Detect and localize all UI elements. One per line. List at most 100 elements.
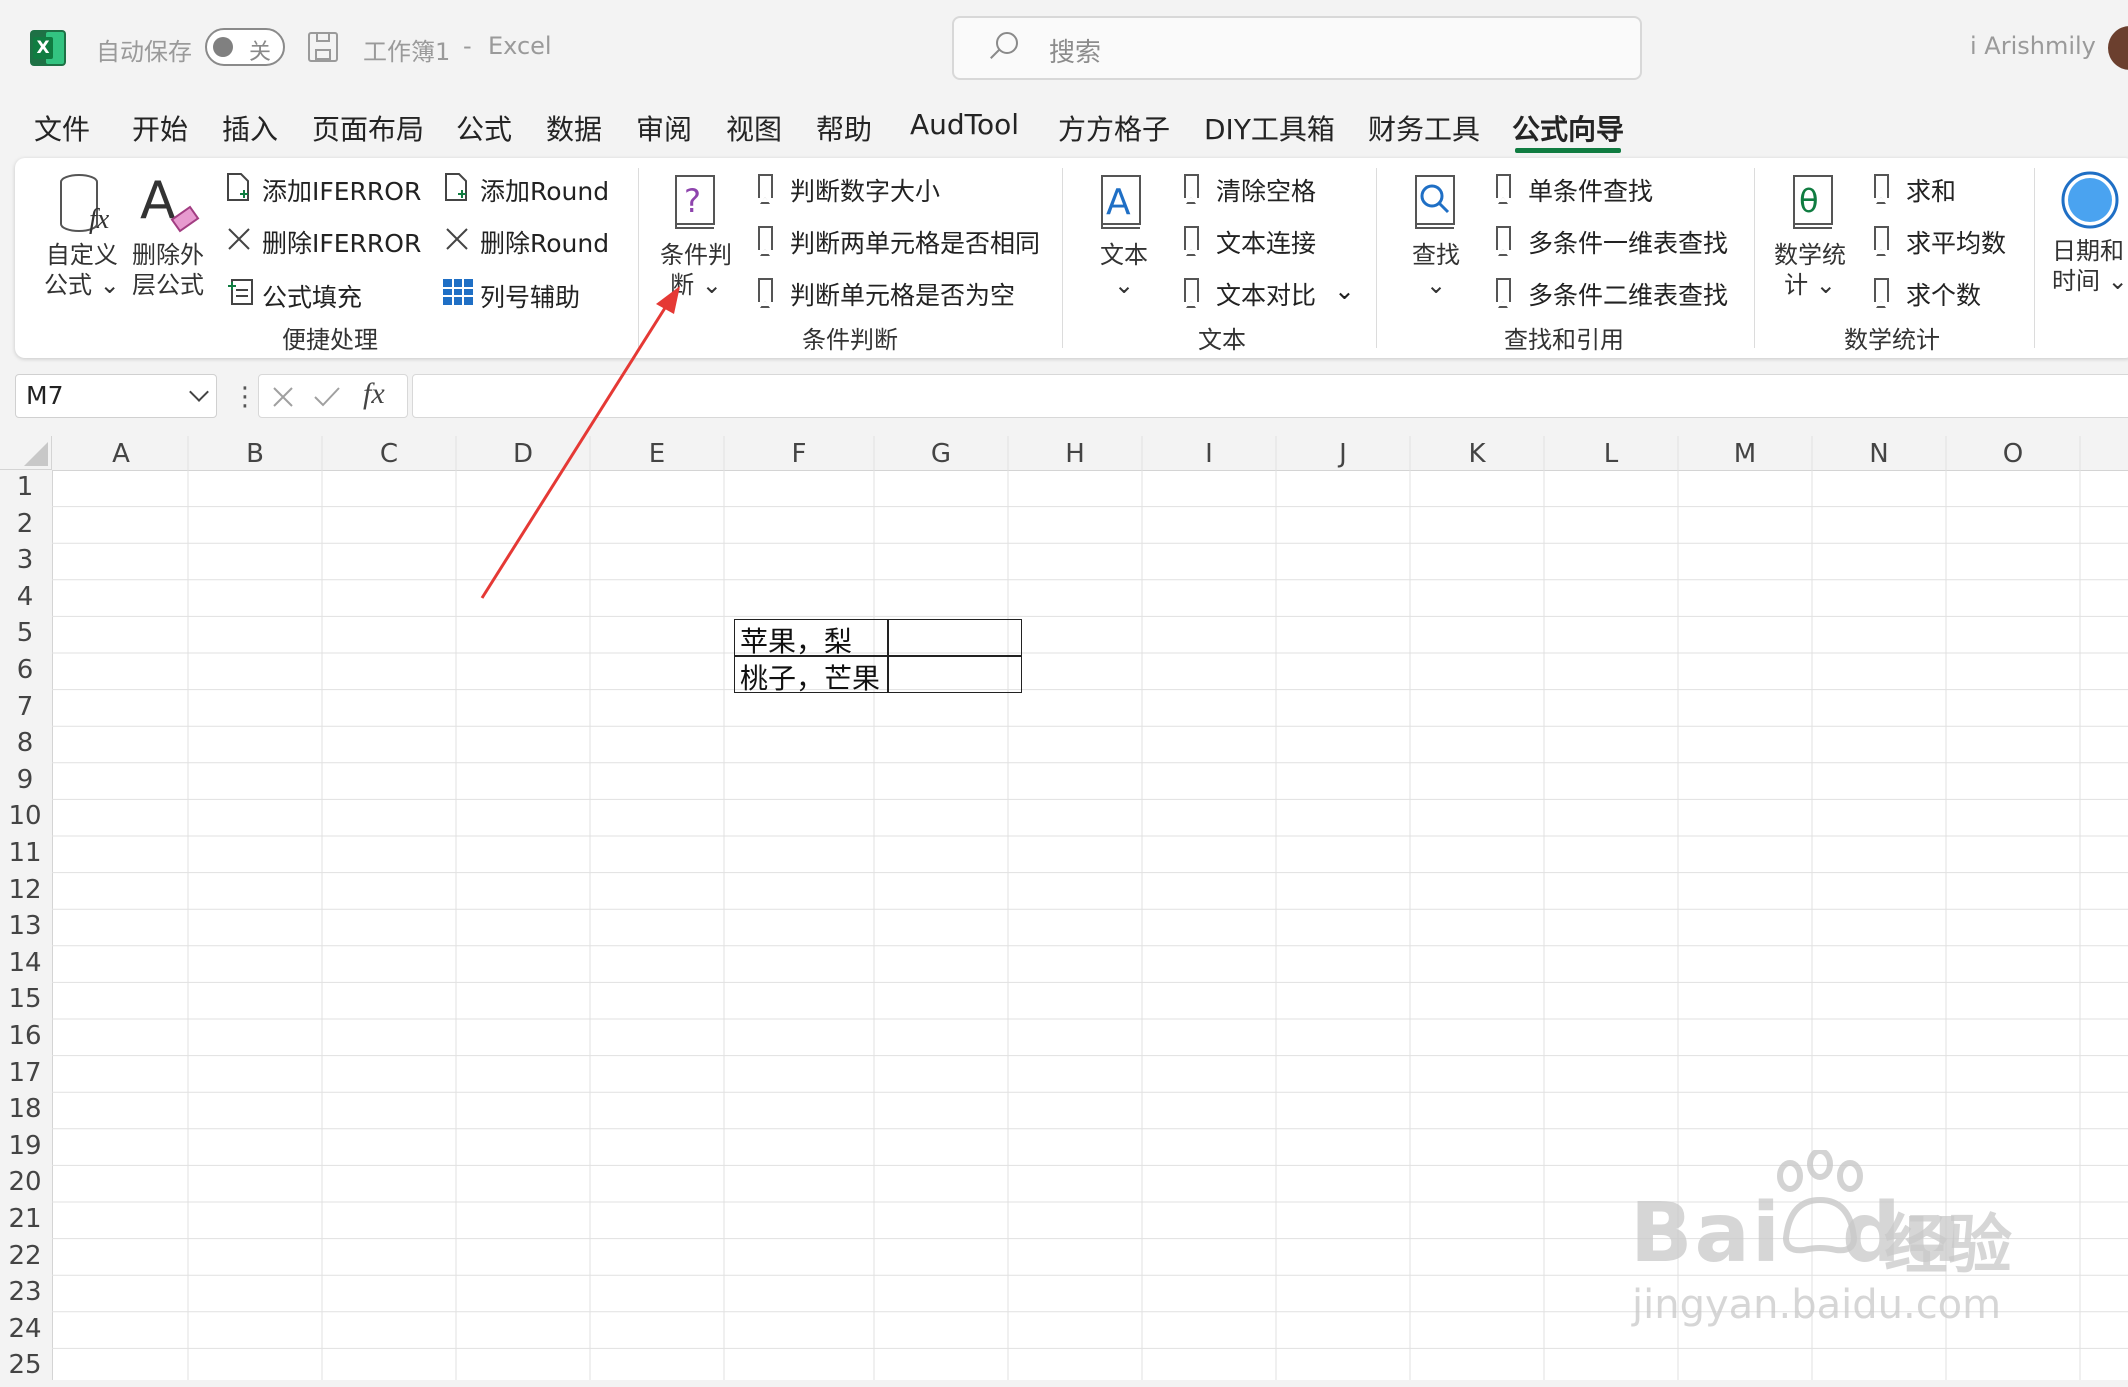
row-header-21[interactable]: 21 <box>0 1204 50 1241</box>
bookmark-icon <box>1496 174 1511 204</box>
text-button[interactable]: 文本 ⌄ <box>1100 240 1148 300</box>
row-header-7[interactable]: 7 <box>0 692 50 729</box>
row-header-17[interactable]: 17 <box>0 1058 50 1095</box>
row-header-8[interactable]: 8 <box>0 728 50 765</box>
row-header-23[interactable]: 23 <box>0 1277 50 1314</box>
column-header-H[interactable]: H <box>1008 438 1142 470</box>
close-icon <box>446 228 468 250</box>
confirm-icon[interactable] <box>313 385 341 409</box>
date-time-button[interactable]: 日期和 时间 ⌄ <box>2052 236 2128 296</box>
tab-formulas[interactable]: 公式 <box>456 108 512 148</box>
watermark-cn: 经验 <box>1884 1209 2012 1283</box>
name-box-value: M7 <box>26 381 64 410</box>
row-header-22[interactable]: 22 <box>0 1241 50 1278</box>
remove-outer-formula-button[interactable]: 删除外 层公式 <box>132 240 204 300</box>
remove-outer-label-1: 删除外 <box>132 241 204 269</box>
row-header-6[interactable]: 6 <box>0 655 50 692</box>
tab-review[interactable]: 审阅 <box>636 108 692 148</box>
row-header-15[interactable]: 15 <box>0 984 50 1021</box>
bookmark-icon <box>758 226 773 256</box>
chevron-down-icon[interactable]: ⌄ <box>1334 276 1355 305</box>
row-header-11[interactable]: 11 <box>0 838 50 875</box>
row-header-19[interactable]: 19 <box>0 1131 50 1168</box>
group-label-condition: 条件判断 <box>802 326 898 354</box>
text-book-icon: A <box>1098 172 1144 232</box>
tab-insert[interactable]: 插入 <box>222 108 278 148</box>
multi-2d-lookup-label: 多条件二维表查找 <box>1528 281 1729 310</box>
tab-help[interactable]: 帮助 <box>816 108 872 148</box>
search-box[interactable]: 搜索 <box>952 16 1642 80</box>
row-header-13[interactable]: 13 <box>0 911 50 948</box>
custom-formula-button[interactable]: 自定义 公式 ⌄ <box>44 240 120 300</box>
tab-fangfang[interactable]: 方方格子 <box>1058 108 1170 148</box>
group-label-math: 数学统计 <box>1844 326 1940 354</box>
workbook-name: 工作簿1 <box>363 38 451 66</box>
column-header-M[interactable]: M <box>1678 438 1812 470</box>
bookmark-icon <box>758 174 773 204</box>
multi-1d-lookup-label: 多条件一维表查找 <box>1528 229 1729 258</box>
more-options-icon[interactable]: ⋮ <box>232 382 258 412</box>
date-time-label-2: 时间 ⌄ <box>2052 267 2128 295</box>
row-header-2[interactable]: 2 <box>0 509 50 546</box>
row-header-20[interactable]: 20 <box>0 1167 50 1204</box>
remove-outer-formula-icon: A <box>140 170 206 238</box>
column-header-O[interactable]: O <box>1946 438 2080 470</box>
cancel-icon[interactable] <box>271 385 295 409</box>
single-lookup-label: 单条件查找 <box>1528 177 1654 206</box>
row-header-18[interactable]: 18 <box>0 1094 50 1131</box>
custom-formula-label-2: 公式 ⌄ <box>44 271 120 299</box>
tab-view[interactable]: 视图 <box>726 108 782 148</box>
column-header-L[interactable]: L <box>1544 438 1678 470</box>
column-header-N[interactable]: N <box>1812 438 1946 470</box>
row-header-16[interactable]: 16 <box>0 1021 50 1058</box>
column-header-K[interactable]: K <box>1410 438 1544 470</box>
row-header-9[interactable]: 9 <box>0 765 50 802</box>
row-header-1[interactable]: 1 <box>0 472 50 509</box>
tab-diy-toolbox[interactable]: DIY工具箱 <box>1204 108 1335 148</box>
tab-data[interactable]: 数据 <box>546 108 602 148</box>
row-header-4[interactable]: 4 <box>0 582 50 619</box>
cell-F6[interactable]: 桃子，芒果 <box>740 657 880 697</box>
average-label: 求平均数 <box>1906 229 2007 258</box>
cell-F5[interactable]: 苹果，梨 <box>740 620 852 660</box>
column-header-G[interactable]: G <box>874 438 1008 470</box>
math-stats-label-1: 数学统 <box>1774 241 1846 269</box>
autosave-toggle[interactable]: 关 <box>205 28 285 66</box>
row-header-3[interactable]: 3 <box>0 545 50 582</box>
user-name[interactable]: i Arishmily <box>1970 32 2096 60</box>
row-header-5[interactable]: 5 <box>0 618 50 655</box>
date-time-label-1: 日期和 <box>2052 237 2124 265</box>
row-header-24[interactable]: 24 <box>0 1314 50 1351</box>
tab-finance[interactable]: 财务工具 <box>1368 108 1480 148</box>
row-header-14[interactable]: 14 <box>0 948 50 985</box>
group-label-lookup: 查找和引用 <box>1504 326 1624 354</box>
clock-icon <box>2060 170 2120 230</box>
row-header-12[interactable]: 12 <box>0 875 50 912</box>
judge-number-size-label: 判断数字大小 <box>790 177 941 206</box>
tab-formula-wizard[interactable]: 公式向导 <box>1512 108 1624 148</box>
chevron-down-icon: ⌄ <box>1113 271 1135 299</box>
row-header-25[interactable]: 25 <box>0 1350 50 1387</box>
search-icon <box>996 32 1018 54</box>
column-header-I[interactable]: I <box>1142 438 1276 470</box>
row-header-10[interactable]: 10 <box>0 801 50 838</box>
judge-cell-empty-label: 判断单元格是否为空 <box>790 281 1016 310</box>
remove-outer-label-2: 层公式 <box>132 271 204 299</box>
insert-function-icon[interactable]: fx <box>363 377 385 411</box>
math-stats-button[interactable]: 数学统 计 ⌄ <box>1774 240 1846 300</box>
tab-audtool[interactable]: AudTool <box>910 108 1019 141</box>
column-header-F[interactable]: F <box>724 438 874 470</box>
tab-home[interactable]: 开始 <box>132 108 188 148</box>
column-header-C[interactable]: C <box>322 438 456 470</box>
svg-text:fx: fx <box>89 204 110 235</box>
tab-page-layout[interactable]: 页面布局 <box>312 108 424 148</box>
bookmark-icon <box>1874 226 1889 256</box>
save-icon[interactable] <box>308 32 338 62</box>
column-header-A[interactable]: A <box>54 438 188 470</box>
column-header-B[interactable]: B <box>188 438 322 470</box>
name-box[interactable]: M7 <box>15 374 217 418</box>
tab-file[interactable]: 文件 <box>34 108 90 148</box>
column-header-J[interactable]: J <box>1276 438 1410 470</box>
remove-round-label: 删除Round <box>480 229 610 258</box>
find-button[interactable]: 查找 ⌄ <box>1412 240 1460 300</box>
